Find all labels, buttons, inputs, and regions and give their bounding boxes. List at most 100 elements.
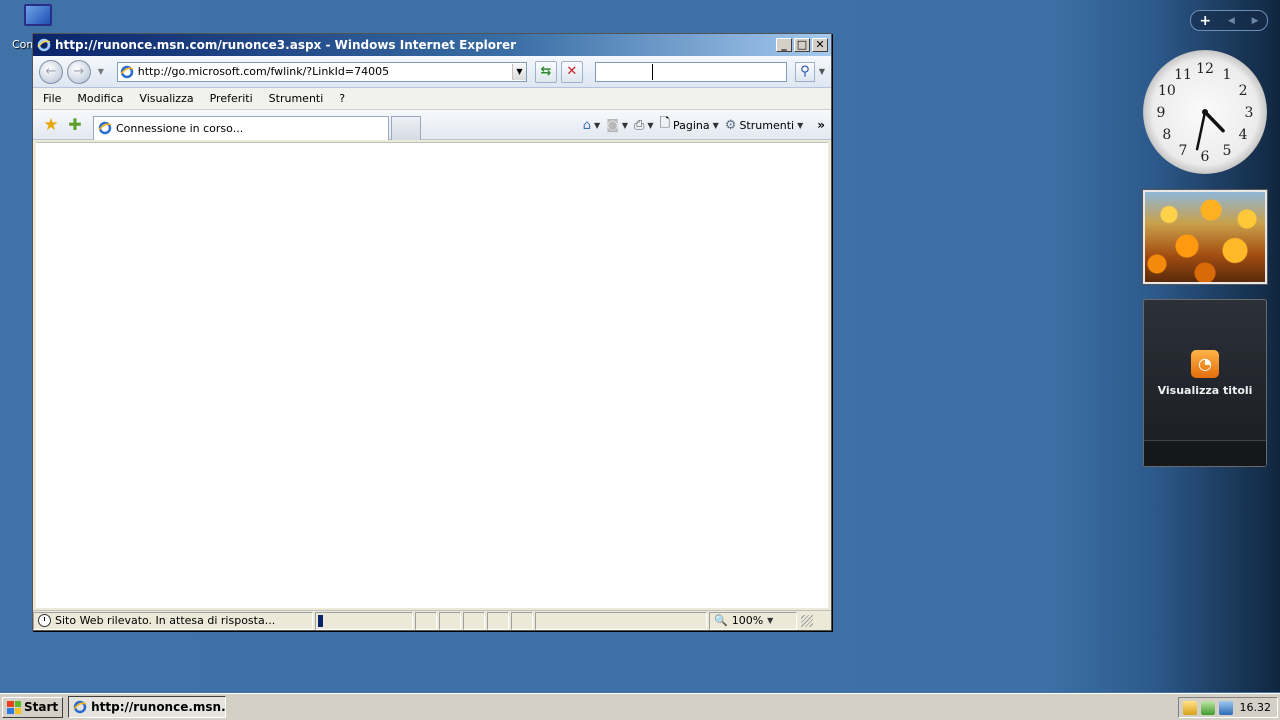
start-button[interactable]: Start — [2, 696, 64, 718]
feeds-button[interactable]: ◙ ▼ — [606, 118, 628, 133]
tray-network-icon[interactable] — [1219, 700, 1233, 715]
page-icon — [120, 65, 134, 79]
tools-menu-label: Strumenti — [739, 118, 795, 132]
stop-icon: ✕ — [566, 64, 578, 79]
url-dropdown-button[interactable]: ▼ — [511, 63, 526, 80]
loading-clock-icon — [38, 614, 51, 627]
ie-logo-icon — [37, 38, 51, 52]
add-favorite-icon[interactable]: ✚ — [63, 115, 87, 134]
menu-favorites[interactable]: Preferiti — [210, 92, 253, 105]
chevron-down-icon: ▼ — [767, 616, 774, 625]
status-text-panel: Sito Web rilevato. In attesa di risposta… — [33, 611, 313, 630]
clock-gadget[interactable]: 12 1 2 3 4 5 6 7 8 9 10 11 — [1143, 50, 1267, 174]
status-panel — [463, 611, 485, 630]
clock-number: 9 — [1157, 105, 1166, 121]
feed-headlines-gadget[interactable]: ◔ Visualizza titoli — [1143, 299, 1267, 467]
more-commands-icon[interactable]: » — [817, 118, 825, 132]
page-icon: 🗋 — [659, 116, 670, 131]
taskbar: Start http://runonce.msn.c... 16.32 — [0, 693, 1280, 720]
system-tray: 16.32 — [1178, 697, 1278, 718]
text-cursor — [651, 63, 653, 80]
page-menu-button[interactable]: 🗋 Pagina ▼ — [660, 114, 719, 136]
clock-number: 4 — [1239, 127, 1248, 143]
view-headlines-label[interactable]: Visualizza titoli — [1144, 384, 1266, 397]
url-text: http://go.microsoft.com/fwlink/?LinkId=7… — [137, 65, 390, 78]
new-tab-button[interactable] — [391, 115, 421, 140]
tray-security-icon[interactable] — [1201, 700, 1215, 715]
status-bar: Sito Web rilevato. In attesa di risposta… — [33, 610, 831, 630]
zoom-level: 100% — [731, 614, 764, 627]
status-panel — [511, 611, 533, 630]
status-panel — [439, 611, 461, 630]
chevron-down-icon: ▼ — [594, 120, 601, 130]
minimize-button[interactable]: _ — [776, 38, 792, 52]
clock-number: 12 — [1196, 61, 1214, 77]
progress-bar — [315, 611, 413, 630]
url-field[interactable]: http://go.microsoft.com/fwlink/?LinkId=7… — [116, 61, 527, 82]
printer-icon: ⎙ — [633, 117, 645, 133]
favorites-center-icon[interactable]: ★ — [39, 115, 63, 135]
progress-fill — [318, 614, 323, 627]
resize-grip[interactable] — [801, 614, 813, 627]
home-icon: ⌂ — [582, 117, 592, 133]
gear-icon: ⚙ — [724, 117, 737, 133]
maximize-button[interactable]: □ — [794, 38, 810, 52]
status-panel — [535, 611, 707, 630]
previous-page-icon[interactable]: ◀ — [1228, 16, 1235, 26]
stop-button[interactable]: ✕ — [560, 60, 583, 83]
zoom-control[interactable]: 🔍 100% ▼ — [709, 611, 797, 630]
search-input[interactable] — [594, 61, 787, 82]
tab-label: Connessione in corso... — [116, 121, 244, 135]
home-button[interactable]: ⌂ ▼ — [583, 118, 600, 133]
search-options-dropdown[interactable]: ▼ — [819, 67, 825, 76]
taskbar-ie-button[interactable]: http://runonce.msn.c... — [68, 696, 227, 718]
print-button[interactable]: ⎙ ▼ — [634, 118, 654, 133]
refresh-button[interactable]: ⇆ — [534, 60, 557, 83]
window-title: http://runonce.msn.com/runonce3.aspx - W… — [55, 38, 517, 52]
feed-icon: ◙ — [606, 117, 619, 133]
clock-number: 6 — [1201, 149, 1210, 165]
menu-tools[interactable]: Strumenti — [269, 92, 324, 105]
recent-pages-dropdown[interactable]: ▼ — [95, 67, 107, 76]
menu-edit[interactable]: Modifica — [77, 92, 123, 105]
start-label: Start — [24, 700, 59, 714]
forward-button[interactable]: → — [66, 59, 91, 84]
taskbar-ie-label: http://runonce.msn.c... — [91, 700, 226, 714]
ie-window: http://runonce.msn.com/runonce3.aspx - W… — [32, 33, 832, 631]
add-gadget-button[interactable]: + — [1199, 13, 1211, 29]
clock-number: 8 — [1162, 127, 1171, 143]
search-button[interactable]: ⚲ — [794, 61, 815, 82]
window-titlebar[interactable]: http://runonce.msn.com/runonce3.aspx - W… — [33, 34, 831, 56]
tray-notification-icon[interactable] — [1183, 700, 1197, 715]
tab-current[interactable]: Connessione in corso... — [93, 115, 389, 140]
close-button[interactable]: ✕ — [812, 38, 828, 52]
slideshow-gadget[interactable] — [1143, 190, 1267, 284]
chevron-down-icon: ▼ — [712, 120, 719, 130]
gadget-footer — [1144, 440, 1266, 466]
ie-logo-icon — [73, 700, 87, 714]
menu-help[interactable]: ? — [339, 92, 345, 105]
chevron-down-icon: ▼ — [797, 120, 804, 130]
refresh-icon: ⇆ — [540, 64, 552, 79]
status-text: Sito Web rilevato. In attesa di risposta… — [55, 614, 276, 627]
chevron-down-icon: ▼ — [647, 120, 654, 130]
search-icon: ⚲ — [800, 64, 810, 79]
back-button[interactable]: ← — [39, 59, 63, 84]
status-panel — [487, 611, 509, 630]
command-bar: ★ ✚ Connessione in corso... ⌂ ▼ ◙ ▼ ⎙ ▼ 🗋 Pa… — [33, 110, 831, 140]
clock-number: 7 — [1179, 143, 1188, 159]
page-menu-label: Pagina — [673, 118, 710, 132]
address-bar: ← → ▼ http://go.microsoft.com/fwlink/?Li… — [33, 56, 831, 88]
clock-time[interactable]: 16.32 — [1240, 701, 1272, 714]
menu-file[interactable]: File — [43, 92, 61, 105]
chevron-down-icon: ▼ — [621, 120, 628, 130]
tools-menu-button[interactable]: ⚙ Strumenti ▼ — [725, 118, 803, 133]
minute-hand — [1195, 110, 1207, 151]
menu-view[interactable]: Visualizza — [139, 92, 193, 105]
page-content[interactable] — [36, 142, 828, 608]
clock-number: 1 — [1223, 67, 1232, 83]
clock-number: 5 — [1223, 143, 1232, 159]
tab-page-icon — [98, 121, 112, 135]
menu-bar: File Modifica Visualizza Preferiti Strum… — [33, 88, 831, 110]
next-page-icon[interactable]: ▶ — [1252, 16, 1259, 26]
